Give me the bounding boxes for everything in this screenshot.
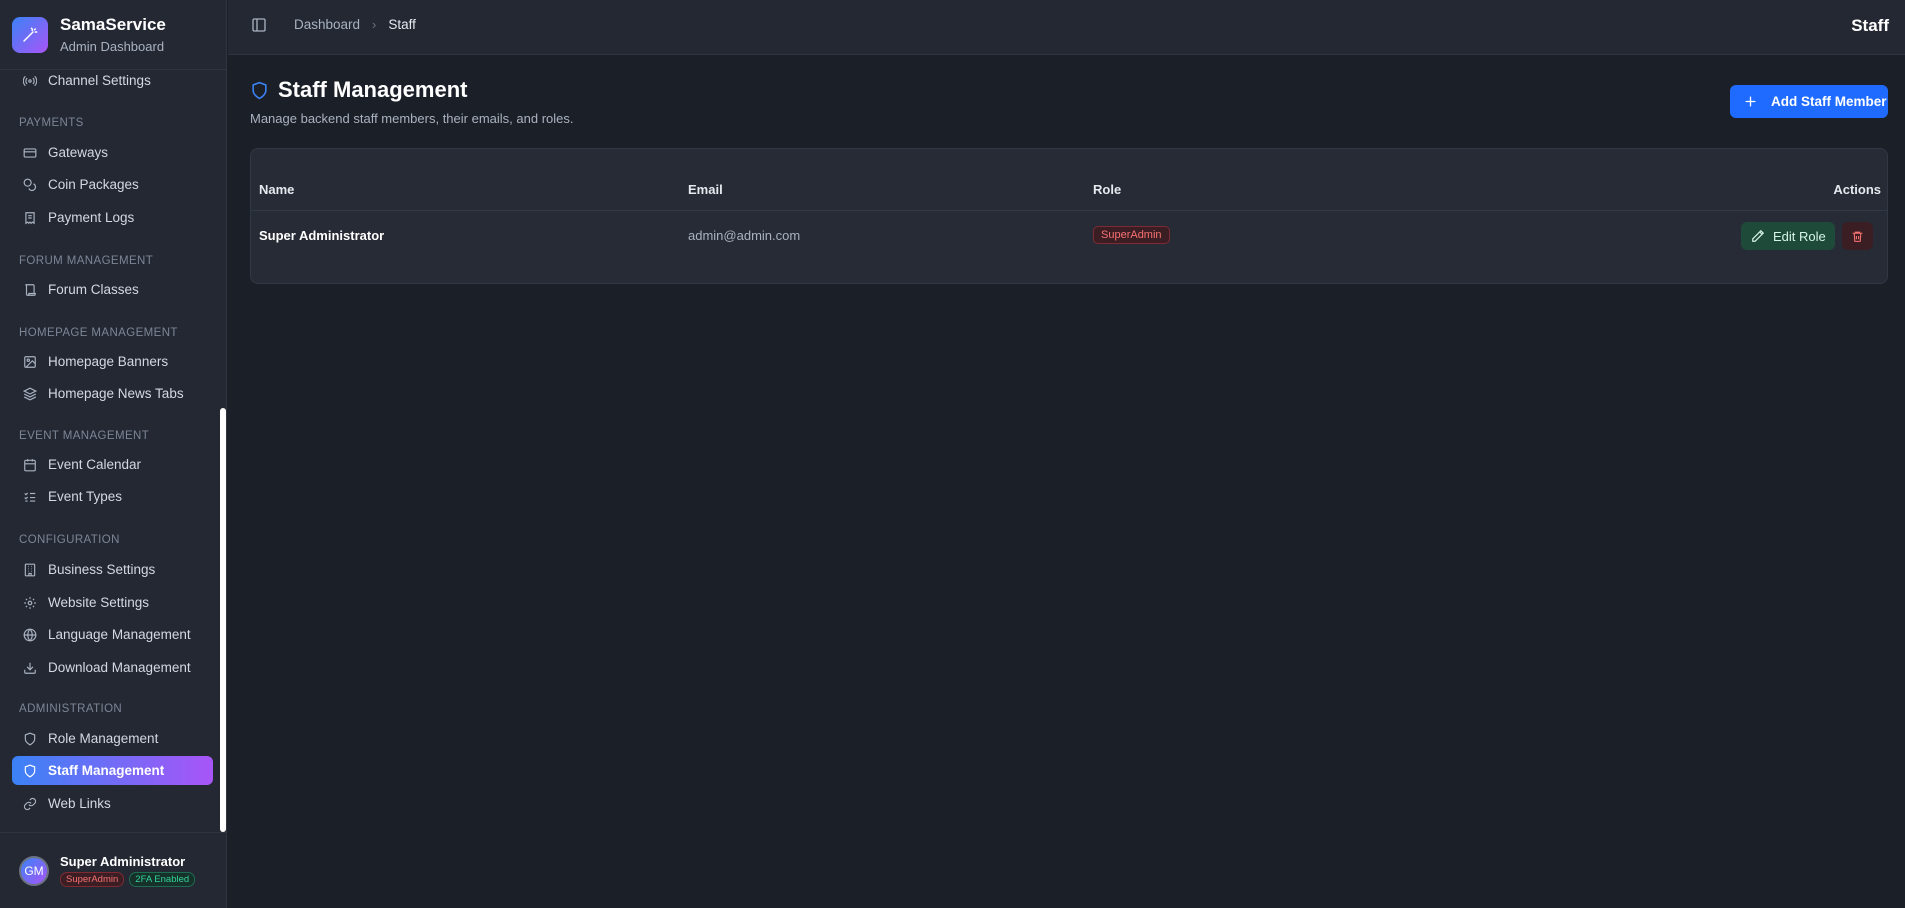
receipt-icon bbox=[25, 211, 35, 224]
sidebar-item-label: Gateways bbox=[48, 145, 109, 160]
sidebar-item-label: Event Calendar bbox=[48, 457, 142, 472]
trash-icon bbox=[1852, 231, 1863, 242]
role-badge: SuperAdmin bbox=[1093, 226, 1170, 244]
sidebar-item-label: Download Management bbox=[48, 660, 191, 675]
section-administration: ADMINISTRATION bbox=[19, 703, 123, 715]
page-title: Staff Management bbox=[278, 77, 468, 102]
coins-icon bbox=[23, 178, 37, 191]
download-icon bbox=[24, 662, 36, 674]
staff-email: admin@admin.com bbox=[688, 228, 801, 243]
image-icon bbox=[24, 355, 36, 368]
gear-icon bbox=[24, 596, 36, 609]
sidebar-item-coin-packages[interactable]: Coin Packages bbox=[12, 170, 213, 199]
sidebar-item-gateways[interactable]: Gateways bbox=[12, 138, 213, 167]
shield-icon bbox=[24, 732, 36, 745]
sidebar-item-label: Role Management bbox=[48, 731, 159, 746]
calendar-icon bbox=[24, 458, 36, 471]
brand[interactable]: SamaService Admin Dashboard bbox=[0, 0, 226, 70]
sidebar: SamaService Admin Dashboard Channel Sett… bbox=[0, 0, 227, 908]
sidebar-item-label: Website Settings bbox=[48, 595, 150, 610]
sidebar-item-payment-logs[interactable]: Payment Logs bbox=[12, 203, 213, 232]
topbar: Dashboard › Staff Staff bbox=[228, 0, 1905, 55]
sidebar-item-label: Language Management bbox=[48, 627, 191, 642]
list-checks-icon bbox=[24, 492, 36, 502]
sidebar-item-staff-management[interactable]: Staff Management bbox=[12, 756, 213, 785]
building-icon bbox=[24, 563, 36, 576]
sidebar-item-label: Payment Logs bbox=[48, 210, 135, 225]
sidebar-item-label: Homepage News Tabs bbox=[48, 386, 184, 401]
pencil-icon bbox=[1752, 229, 1765, 242]
brand-title: SamaService bbox=[60, 15, 166, 34]
section-event-management: EVENT MANAGEMENT bbox=[19, 430, 150, 442]
sidebar-item-event-types[interactable]: Event Types bbox=[12, 482, 213, 511]
scroll-icon bbox=[25, 283, 36, 296]
twofa-badge: 2FA Enabled bbox=[129, 872, 196, 887]
sidebar-item-forum-classes[interactable]: Forum Classes bbox=[12, 275, 213, 304]
sidebar-item-web-links[interactable]: Web Links bbox=[12, 789, 213, 818]
sidebar-toggle-icon[interactable] bbox=[251, 17, 271, 37]
sidebar-item-homepage-news-tabs[interactable]: Homepage News Tabs bbox=[12, 379, 213, 408]
column-header-actions: Actions bbox=[1833, 182, 1881, 197]
shield-icon bbox=[24, 764, 36, 777]
page-header: Staff Management Manage backend staff me… bbox=[250, 77, 573, 126]
staff-table: Name Email Role Actions Super Administra… bbox=[250, 148, 1888, 284]
breadcrumb-staff: Staff bbox=[388, 17, 416, 32]
staff-name: Super Administrator bbox=[259, 228, 385, 243]
delete-button[interactable] bbox=[1842, 222, 1873, 250]
sidebar-item-language-management[interactable]: Language Management bbox=[12, 620, 213, 649]
column-header-role: Role bbox=[1093, 182, 1122, 197]
sidebar-item-website-settings[interactable]: Website Settings bbox=[12, 588, 213, 617]
sidebar-item-label: Business Settings bbox=[48, 562, 156, 577]
section-payments: PAYMENTS bbox=[19, 117, 84, 129]
sidebar-item-business-settings[interactable]: Business Settings bbox=[12, 555, 213, 584]
top-title: Staff bbox=[1851, 16, 1889, 35]
section-configuration: CONFIGURATION bbox=[19, 534, 120, 546]
sidebar-item-label: Web Links bbox=[48, 796, 111, 811]
sidebar-item-label: Coin Packages bbox=[48, 177, 139, 192]
sidebar-item-homepage-banners[interactable]: Homepage Banners bbox=[12, 347, 213, 376]
sidebar-item-label: Event Types bbox=[48, 489, 123, 504]
breadcrumb-dashboard[interactable]: Dashboard bbox=[294, 17, 360, 32]
add-staff-member-button[interactable]: Add Staff Member bbox=[1730, 85, 1888, 118]
broadcast-icon bbox=[23, 75, 37, 86]
section-homepage-management: HOMEPAGE MANAGEMENT bbox=[19, 327, 178, 339]
sidebar-scrollbar[interactable] bbox=[220, 408, 226, 832]
section-forum-management: FORUM MANAGEMENT bbox=[19, 255, 154, 267]
edit-role-button[interactable]: Edit Role bbox=[1741, 222, 1835, 250]
sidebar-item-role-management[interactable]: Role Management bbox=[12, 724, 213, 753]
column-header-email: Email bbox=[688, 182, 723, 197]
layers-icon bbox=[23, 387, 37, 400]
edit-role-label: Edit Role bbox=[1773, 228, 1826, 244]
sidebar-item-event-calendar[interactable]: Event Calendar bbox=[12, 450, 213, 479]
sidebar-item-label: Channel Settings bbox=[48, 73, 151, 88]
column-header-name: Name bbox=[259, 182, 295, 197]
sidebar-item-channel-settings[interactable]: Channel Settings bbox=[12, 70, 213, 95]
wand-icon bbox=[12, 16, 48, 53]
row-divider bbox=[251, 210, 1887, 211]
chevron-right-icon: › bbox=[372, 17, 377, 32]
user-card[interactable]: GM Super Administrator SuperAdmin 2FA En… bbox=[0, 832, 227, 908]
page-description: Manage backend staff members, their emai… bbox=[250, 111, 574, 126]
brand-subtitle: Admin Dashboard bbox=[60, 39, 165, 54]
sidebar-item-label: Staff Management bbox=[48, 763, 165, 778]
user-name: Super Administrator bbox=[60, 854, 186, 869]
sidebar-item-label: Homepage Banners bbox=[48, 354, 169, 369]
plus-icon bbox=[1745, 96, 1756, 107]
sidebar-item-label: Forum Classes bbox=[48, 282, 139, 297]
shield-icon bbox=[252, 81, 267, 99]
sidebar-item-download-management[interactable]: Download Management bbox=[12, 653, 213, 682]
user-role-badge: SuperAdmin bbox=[60, 872, 125, 887]
breadcrumb: Dashboard › Staff bbox=[294, 17, 416, 32]
globe-icon bbox=[23, 628, 37, 641]
sidebar-nav[interactable]: Channel Settings PAYMENTS Gateways Coin … bbox=[0, 70, 220, 832]
link-icon bbox=[23, 797, 37, 810]
credit-card-icon bbox=[23, 147, 37, 158]
avatar: GM bbox=[19, 855, 49, 886]
add-staff-member-label: Add Staff Member bbox=[1771, 94, 1887, 109]
